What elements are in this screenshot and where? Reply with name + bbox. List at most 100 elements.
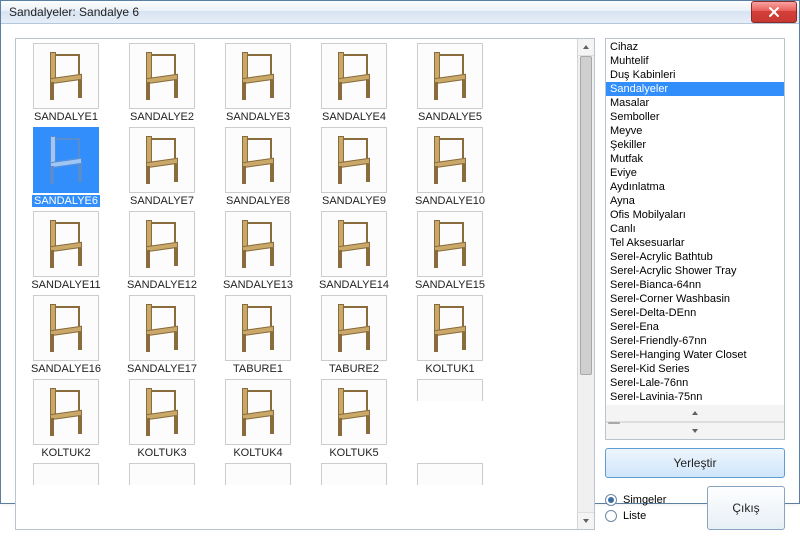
category-list-items: CihazMuhtelifDuş KabinleriSandalyelerMas… [606, 39, 784, 405]
category-item[interactable]: Sandalyeler [606, 82, 784, 96]
thumbnails-scrollbar[interactable] [577, 39, 594, 529]
category-item[interactable]: Serel-Hanging Water Closet [606, 348, 784, 362]
thumbnail-item[interactable]: SANDALYE10 [403, 127, 497, 207]
thumbnail-image [225, 463, 291, 485]
scroll-down-button[interactable] [578, 512, 594, 529]
thumbnail-item[interactable]: SANDALYE8 [211, 127, 305, 207]
category-item[interactable]: Serel-Lale-76nn [606, 376, 784, 390]
category-item[interactable]: Semboller [606, 110, 784, 124]
category-item[interactable]: Serel-Friendly-67nn [606, 334, 784, 348]
thumbnail-item[interactable]: KOLTUK2 [19, 379, 113, 459]
category-listbox[interactable]: CihazMuhtelifDuş KabinleriSandalyelerMas… [605, 38, 785, 440]
category-item[interactable]: Tel Aksesuarlar [606, 236, 784, 250]
thumbnail-item[interactable] [211, 463, 305, 485]
category-item[interactable]: Duş Kabinleri [606, 68, 784, 82]
radio-icons[interactable]: Simgeler [605, 494, 695, 506]
category-item[interactable]: Şekiller [606, 138, 784, 152]
quit-button[interactable]: Çıkış [707, 486, 785, 530]
category-item[interactable]: Serel-Ena [606, 320, 784, 334]
thumbnail-label: SANDALYE12 [127, 279, 197, 291]
thumbnail-item[interactable] [115, 463, 209, 485]
scroll-track[interactable] [578, 56, 594, 512]
thumbnail-item[interactable] [403, 463, 497, 485]
thumbnail-item[interactable]: KOLTUK5 [307, 379, 401, 459]
chair-icon [430, 220, 470, 268]
thumbnail-item[interactable] [19, 463, 113, 485]
thumbnail-item[interactable]: KOLTUK3 [115, 379, 209, 459]
category-item[interactable]: Serel-Acrylic Bathtub [606, 250, 784, 264]
thumbnail-image [417, 463, 483, 485]
scroll-up-button[interactable] [606, 405, 784, 422]
category-item[interactable]: Meyve [606, 124, 784, 138]
thumbnail-label: TABURE1 [233, 363, 283, 375]
category-item[interactable]: Serel-Acrylic Shower Tray [606, 264, 784, 278]
thumbnail-label: KOLTUK5 [329, 447, 378, 459]
thumbnail-image [225, 127, 291, 193]
chevron-down-icon [582, 517, 590, 525]
category-item[interactable]: Muhtelif [606, 54, 784, 68]
thumbnail-item[interactable]: SANDALYE6 [19, 127, 113, 207]
thumbnail-item[interactable] [403, 379, 497, 459]
category-item[interactable]: Mutfak [606, 152, 784, 166]
chair-icon [46, 220, 86, 268]
category-item[interactable]: Aydınlatma [606, 180, 784, 194]
thumbnail-label: SANDALYE9 [322, 195, 386, 207]
category-item[interactable]: Serel-Lavinia-75nn [606, 390, 784, 404]
thumbnail-label: TABURE2 [329, 363, 379, 375]
scroll-thumb[interactable] [580, 56, 592, 375]
thumbnail-item[interactable] [307, 463, 401, 485]
thumbnail-item[interactable]: TABURE2 [307, 295, 401, 375]
window-close-button[interactable] [751, 1, 797, 23]
category-item[interactable]: Canlı [606, 222, 784, 236]
radio-list[interactable]: Liste [605, 510, 695, 522]
thumbnail-label: SANDALYE17 [127, 363, 197, 375]
category-item[interactable]: Serel-Bianca-64nn [606, 278, 784, 292]
chair-icon [430, 304, 470, 352]
category-item[interactable]: Serel-Corner Washbasin [606, 292, 784, 306]
thumbnail-item[interactable]: SANDALYE14 [307, 211, 401, 291]
thumbnail-label: SANDALYE13 [223, 279, 293, 291]
titlebar[interactable]: Sandalyeler: Sandalye 6 [1, 1, 799, 24]
thumbnail-item[interactable]: SANDALYE2 [115, 43, 209, 123]
category-scrollbar[interactable] [606, 405, 784, 439]
category-item[interactable]: Ayna [606, 194, 784, 208]
thumbnail-image [33, 463, 99, 485]
category-item[interactable]: Cihaz [606, 40, 784, 54]
category-item[interactable]: Eviye [606, 166, 784, 180]
category-item[interactable]: Serel-Delta-DEnn [606, 306, 784, 320]
thumbnail-label: SANDALYE15 [415, 279, 485, 291]
category-item[interactable]: Ofis Mobilyaları [606, 208, 784, 222]
dialog-window: Sandalyeler: Sandalye 6 SANDALYE1SANDALY… [0, 0, 800, 504]
thumbnail-item[interactable]: KOLTUK1 [403, 295, 497, 375]
thumbnail-item[interactable]: SANDALYE11 [19, 211, 113, 291]
thumbnail-image [33, 295, 99, 361]
place-button[interactable]: Yerleştir [605, 448, 785, 478]
thumbnail-item[interactable]: SANDALYE7 [115, 127, 209, 207]
scroll-thumb[interactable] [608, 422, 620, 424]
thumbnail-item[interactable]: SANDALYE4 [307, 43, 401, 123]
thumbnail-image [33, 43, 99, 109]
thumbnail-image [129, 463, 195, 485]
thumbnail-item[interactable]: SANDALYE17 [115, 295, 209, 375]
thumbnail-item[interactable]: SANDALYE13 [211, 211, 305, 291]
thumbnail-item[interactable]: SANDALYE12 [115, 211, 209, 291]
thumbnail-item[interactable]: SANDALYE1 [19, 43, 113, 123]
thumbnail-item[interactable]: SANDALYE3 [211, 43, 305, 123]
thumbnail-item[interactable]: TABURE1 [211, 295, 305, 375]
scroll-up-button[interactable] [578, 39, 594, 56]
chair-icon [46, 52, 86, 100]
thumbnail-item[interactable]: SANDALYE9 [307, 127, 401, 207]
thumbnail-label: SANDALYE7 [130, 195, 194, 207]
category-item[interactable]: Masalar [606, 96, 784, 110]
bottom-row: Simgeler Liste Çıkış [605, 486, 785, 530]
thumbnail-item[interactable]: SANDALYE15 [403, 211, 497, 291]
thumbnail-image [417, 43, 483, 109]
category-item[interactable]: Serel-Kid Series [606, 362, 784, 376]
chair-icon [142, 220, 182, 268]
thumbnail-item[interactable]: KOLTUK4 [211, 379, 305, 459]
chair-icon [238, 304, 278, 352]
scroll-down-button[interactable] [606, 422, 784, 439]
thumbnail-item[interactable]: SANDALYE16 [19, 295, 113, 375]
thumbnail-item[interactable]: SANDALYE5 [403, 43, 497, 123]
thumbnail-image [129, 379, 195, 445]
